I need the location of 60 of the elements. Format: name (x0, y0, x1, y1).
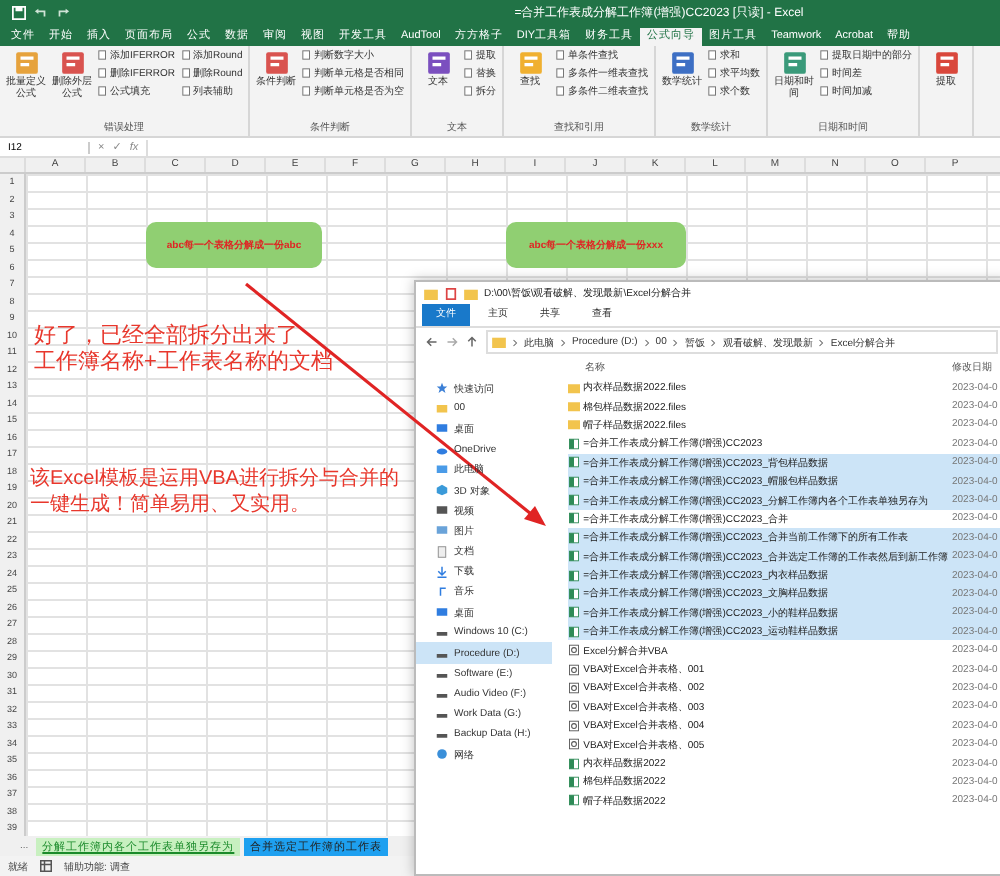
video-icon (436, 504, 448, 517)
note-text: 工作簿名称+工作表名称的文档 (34, 350, 333, 376)
note-text: 该Excel模板是运用VBA进行拆分与合并的 (30, 466, 399, 492)
desktop-icon (436, 422, 448, 435)
checkbox-icon (820, 68, 831, 79)
checkbox-icon (181, 50, 191, 61)
chevron-icon[interactable] (672, 337, 679, 347)
checkbox-icon (302, 68, 313, 79)
save-icon[interactable] (12, 6, 26, 21)
module-icon (567, 644, 580, 657)
chevron-icon[interactable] (710, 337, 717, 347)
note-text: 好了，已经全部拆分出来了 (34, 324, 300, 349)
module-icon (567, 738, 580, 751)
checkbox-icon (708, 68, 719, 79)
checkbox-icon (181, 68, 191, 79)
image-icon (436, 524, 448, 537)
cube-icon (436, 484, 448, 497)
checkbox-icon (708, 50, 719, 61)
computer-icon (436, 463, 448, 476)
chevron-icon[interactable] (512, 337, 518, 347)
folder-icon (424, 287, 438, 299)
up-icon[interactable] (466, 336, 478, 348)
checkbox-icon (302, 50, 313, 61)
checkbox-icon (98, 86, 108, 97)
undo-icon[interactable] (34, 6, 48, 21)
folder-icon (436, 402, 448, 415)
module-icon (567, 663, 580, 676)
checkbox-icon (464, 68, 475, 79)
cloud-icon (436, 443, 448, 456)
checkbox-icon (556, 50, 567, 61)
desktop-icon (436, 606, 448, 619)
checkbox-icon (820, 86, 831, 97)
network-icon (436, 748, 448, 761)
checkbox-icon (302, 86, 313, 97)
module-icon (567, 681, 580, 694)
checkbox-icon (98, 68, 108, 79)
folder-icon[interactable] (464, 287, 478, 299)
note-text: 一键生成！简单易用、又实用。 (30, 492, 312, 518)
checkbox-icon (181, 86, 191, 97)
star-icon (436, 382, 448, 395)
chevron-icon[interactable] (643, 337, 650, 347)
back-icon[interactable] (426, 336, 438, 348)
checkbox-icon (556, 86, 567, 97)
checkbox-icon (464, 86, 475, 97)
document-icon[interactable] (444, 287, 458, 299)
checkbox-icon (820, 50, 831, 61)
checkbox-icon (556, 68, 567, 79)
checkbox-icon (464, 50, 475, 61)
module-icon (567, 700, 580, 713)
module-icon (567, 719, 580, 732)
checkbox-icon (98, 50, 108, 61)
checkbox-icon (708, 86, 719, 97)
redo-icon[interactable] (56, 6, 70, 21)
chevron-icon[interactable] (560, 337, 566, 347)
sheet-icon (40, 860, 52, 873)
chevron-icon[interactable] (818, 337, 825, 347)
download-icon (436, 565, 448, 578)
folder-icon (492, 336, 506, 348)
document-icon (436, 545, 448, 558)
forward-icon[interactable] (446, 336, 458, 348)
